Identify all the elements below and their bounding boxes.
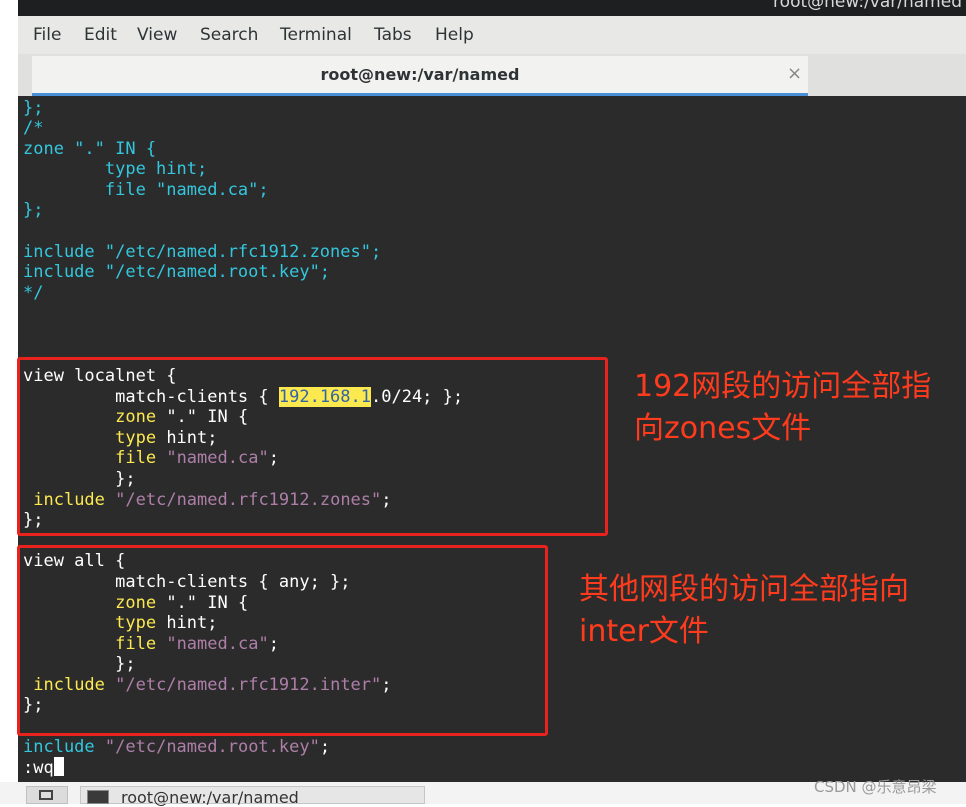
terminal-line: /* [23, 118, 43, 138]
text-cursor [53, 757, 64, 776]
show-desktop-button[interactable] [26, 786, 68, 804]
tab-title: root@new:/var/named [320, 65, 520, 84]
terminal-line: zone "." IN { [23, 139, 156, 159]
terminal-line: include "/etc/named.root.key"; [23, 262, 330, 282]
close-icon[interactable]: × [787, 63, 802, 84]
menu-file[interactable]: File [33, 25, 61, 45]
terminal-line: file "named.ca"; [23, 180, 269, 200]
watermark: CSDN @乐意昂梁 [814, 778, 937, 796]
annotation-note-all-line2: inter文件 [579, 614, 709, 649]
code-token: include "/etc/named.root.key"; [23, 262, 331, 282]
terminal-line: include "/etc/named.rfc1912.zones"; [23, 242, 381, 262]
terminal-line: }; [23, 98, 43, 118]
taskbar-window-label: root@new:/var/named [121, 788, 299, 807]
code-token: ; [319, 737, 331, 757]
menu-help[interactable]: Help [435, 25, 474, 45]
menu-edit[interactable]: Edit [84, 25, 117, 45]
desktop-icon [39, 790, 53, 800]
terminal-icon [87, 790, 109, 804]
menu-search[interactable]: Search [200, 25, 258, 45]
code-token: */ [23, 283, 44, 303]
code-token: }; [23, 200, 44, 220]
annotation-note-localnet: 192网段的访问全部指 向zones文件 [634, 366, 931, 450]
annotation-box-localnet [17, 357, 608, 536]
code-token: zone "." IN { [23, 139, 157, 159]
code-token: /* [23, 118, 44, 138]
annotation-note-localnet-line1: 192网段的访问全部指 [634, 369, 932, 404]
code-token: type hint; [23, 159, 208, 179]
taskbar-window-button[interactable]: root@new:/var/named [80, 786, 425, 807]
code-token: include [23, 737, 95, 757]
vim-command-line: :wq [23, 757, 64, 778]
terminal-line: include "/etc/named.root.key"; [23, 737, 330, 757]
annotation-note-all: 其他网段的访问全部指向 inter文件 [579, 569, 909, 653]
terminal-line: }; [23, 200, 43, 220]
terminal-line: */ [23, 283, 43, 303]
code-token: file "named.ca"; [23, 180, 269, 200]
menu-tabs[interactable]: Tabs [374, 25, 412, 45]
code-token: :wq [23, 758, 54, 778]
annotation-note-localnet-line2: 向zones文件 [634, 411, 812, 446]
screenshot: { "window": { "title": "root@new:/var/na… [0, 0, 966, 807]
menu-terminal[interactable]: Terminal [280, 25, 352, 45]
menu-view[interactable]: View [137, 25, 177, 45]
annotation-box-all [17, 545, 548, 736]
menu-bar: File Edit View Search Terminal Tabs Help [18, 16, 966, 54]
window-title: root@new:/var/named [773, 0, 962, 12]
annotation-note-all-line1: 其他网段的访问全部指向 [579, 572, 909, 607]
code-token: }; [23, 98, 44, 118]
window-titlebar[interactable]: root@new:/var/named [18, 0, 966, 16]
tab-bar: root@new:/var/named × [18, 54, 966, 97]
tab-terminal[interactable]: root@new:/var/named × [32, 56, 808, 96]
code-token: "/etc/named.root.key" [104, 737, 320, 757]
code-token: include "/etc/named.rfc1912.zones"; [23, 242, 382, 262]
terminal-line: type hint; [23, 159, 207, 179]
